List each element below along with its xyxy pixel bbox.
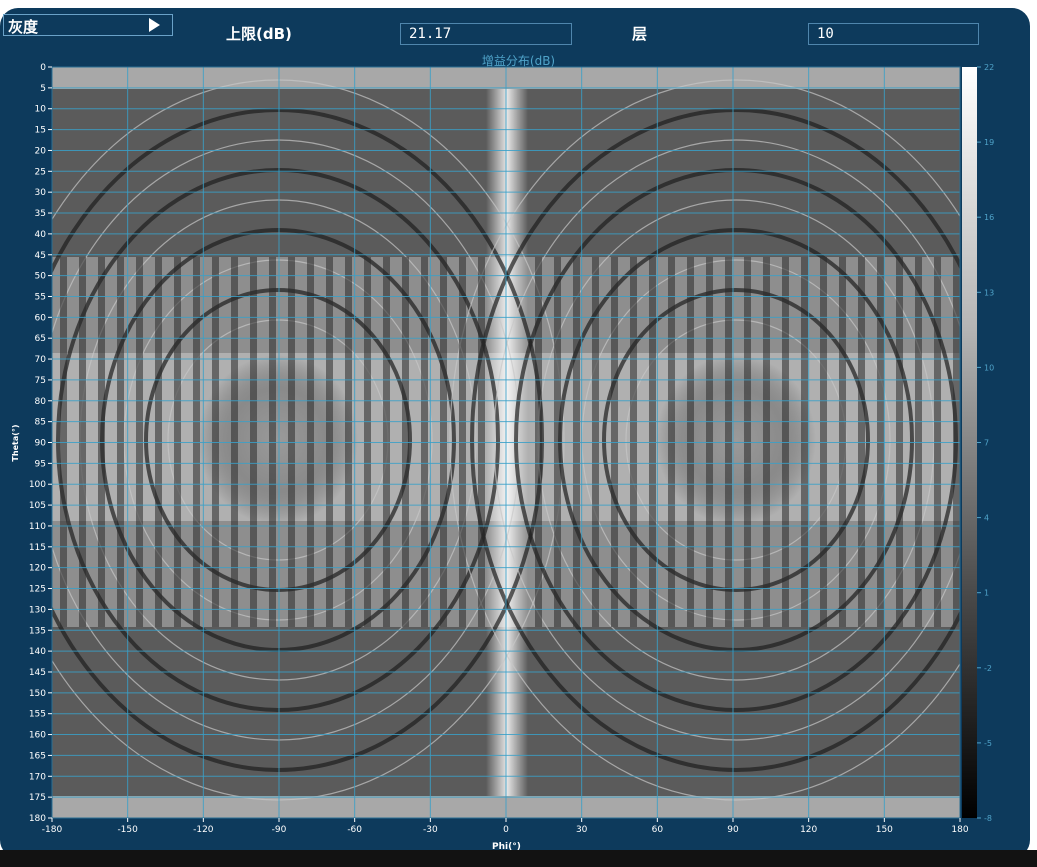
y-tick-label: 175 xyxy=(29,793,46,803)
y-tick-label: 40 xyxy=(35,230,47,240)
colorbar-tick-label: -8 xyxy=(984,814,992,823)
x-tick-label: -120 xyxy=(193,825,214,835)
colorbar-tick-label: 13 xyxy=(984,288,994,297)
x-tick-label: -60 xyxy=(347,825,362,835)
y-tick-label: 125 xyxy=(29,585,46,595)
y-tick-label: 75 xyxy=(35,376,46,386)
x-tick-label: 0 xyxy=(503,825,509,835)
y-tick-label: 55 xyxy=(35,292,46,302)
y-tick-label: 25 xyxy=(35,167,46,177)
colorbar-tick-label: 4 xyxy=(984,514,989,523)
y-tick-label: 120 xyxy=(29,564,46,574)
y-tick-label: 65 xyxy=(35,334,46,344)
colorbar-tick-label: 10 xyxy=(984,363,994,372)
y-tick-label: 35 xyxy=(35,209,46,219)
x-tick-label: 180 xyxy=(951,825,968,835)
y-tick-label: 70 xyxy=(35,355,47,365)
y-tick-label: 80 xyxy=(35,397,47,407)
x-tick-label: 90 xyxy=(727,825,739,835)
y-axis-label: Theta(°) xyxy=(11,424,20,461)
y-tick-label: 60 xyxy=(35,313,47,323)
y-tick-label: 50 xyxy=(35,272,47,282)
y-tick-label: 20 xyxy=(35,146,47,156)
y-tick-label: 105 xyxy=(29,501,46,511)
colorbar-tick-label: 1 xyxy=(984,589,989,598)
y-tick-label: 145 xyxy=(29,668,46,678)
y-tick-label: 165 xyxy=(29,751,46,761)
x-tick-label: 120 xyxy=(800,825,817,835)
y-tick-label: 30 xyxy=(35,188,47,198)
colorbar-tick-label: 7 xyxy=(984,439,989,448)
y-tick-label: 15 xyxy=(35,126,46,136)
y-tick-label: 155 xyxy=(29,710,46,720)
y-tick-label: 160 xyxy=(29,731,46,741)
x-tick-label: -30 xyxy=(423,825,438,835)
y-tick-label: 85 xyxy=(35,418,46,428)
x-tick-label: -150 xyxy=(117,825,138,835)
y-tick-label: 90 xyxy=(35,439,47,449)
y-tick-label: 10 xyxy=(35,105,47,115)
y-tick-label: 140 xyxy=(29,647,46,657)
x-axis-label: Phi(°) xyxy=(492,842,521,852)
x-tick-label: 150 xyxy=(876,825,893,835)
y-tick-label: 115 xyxy=(29,543,46,553)
x-axis-ticks: -180 -150 -120 -90 -60 -30 0 30 60 90 120 150 180 xyxy=(42,818,969,835)
y-tick-label: 0 xyxy=(40,63,46,73)
y-tick-label: 180 xyxy=(29,814,46,824)
y-tick-label: 100 xyxy=(29,480,46,490)
y-tick-label: 135 xyxy=(29,626,46,636)
colorbar xyxy=(962,67,977,818)
colorbar-tick-label: -2 xyxy=(984,664,992,673)
y-tick-label: 5 xyxy=(40,84,46,94)
y-tick-label: 45 xyxy=(35,251,46,261)
y-tick-label: 95 xyxy=(35,459,46,469)
colorbar-tick-label: 22 xyxy=(984,63,994,72)
y-tick-label: 110 xyxy=(29,522,46,532)
colorbar-ticks: 22 19 16 13 10 7 4 1 -2 -5 -8 xyxy=(977,63,994,823)
y-tick-label: 130 xyxy=(29,605,46,615)
colorbar-tick-label: -5 xyxy=(984,739,992,748)
y-tick-label: 150 xyxy=(29,689,46,699)
y-axis-ticks: 0 5 10 15 20 25 30 35 40 45 50 55 60 65 70 75 80 85 90 95 10… xyxy=(29,63,52,824)
x-tick-label: 60 xyxy=(652,825,664,835)
gain-heatmap-chart: -180 -150 -120 -90 -60 -30 0 30 60 90 120 150 180 05… xyxy=(11,63,994,852)
y-tick-label: 170 xyxy=(29,772,46,782)
x-tick-label: -180 xyxy=(42,825,63,835)
colorbar-tick-label: 19 xyxy=(984,138,994,147)
colorbar-tick-label: 16 xyxy=(984,213,994,222)
x-tick-label: 30 xyxy=(576,825,588,835)
x-tick-label: -90 xyxy=(272,825,287,835)
